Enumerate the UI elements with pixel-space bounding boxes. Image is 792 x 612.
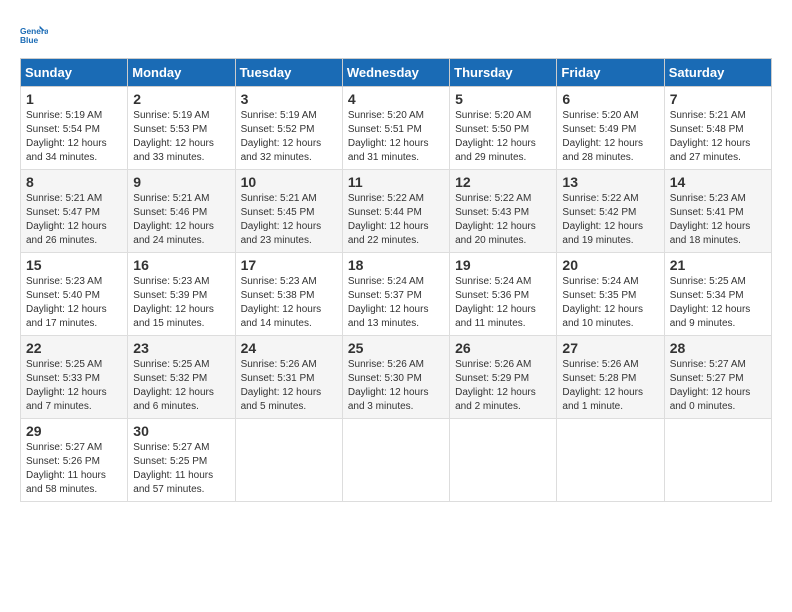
- table-row: [235, 419, 342, 502]
- column-header-wednesday: Wednesday: [342, 59, 449, 87]
- table-row: 23Sunrise: 5:25 AMSunset: 5:32 PMDayligh…: [128, 336, 235, 419]
- table-row: 12Sunrise: 5:22 AMSunset: 5:43 PMDayligh…: [450, 170, 557, 253]
- column-header-tuesday: Tuesday: [235, 59, 342, 87]
- column-header-monday: Monday: [128, 59, 235, 87]
- calendar-week-4: 22Sunrise: 5:25 AMSunset: 5:33 PMDayligh…: [21, 336, 772, 419]
- svg-text:Blue: Blue: [20, 35, 38, 45]
- table-row: 22Sunrise: 5:25 AMSunset: 5:33 PMDayligh…: [21, 336, 128, 419]
- table-row: 29Sunrise: 5:27 AMSunset: 5:26 PMDayligh…: [21, 419, 128, 502]
- table-row: 13Sunrise: 5:22 AMSunset: 5:42 PMDayligh…: [557, 170, 664, 253]
- table-row: 25Sunrise: 5:26 AMSunset: 5:30 PMDayligh…: [342, 336, 449, 419]
- table-row: [557, 419, 664, 502]
- calendar-header-row: SundayMondayTuesdayWednesdayThursdayFrid…: [21, 59, 772, 87]
- table-row: 28Sunrise: 5:27 AMSunset: 5:27 PMDayligh…: [664, 336, 771, 419]
- table-row: 20Sunrise: 5:24 AMSunset: 5:35 PMDayligh…: [557, 253, 664, 336]
- calendar-week-5: 29Sunrise: 5:27 AMSunset: 5:26 PMDayligh…: [21, 419, 772, 502]
- table-row: 4Sunrise: 5:20 AMSunset: 5:51 PMDaylight…: [342, 87, 449, 170]
- table-row: 5Sunrise: 5:20 AMSunset: 5:50 PMDaylight…: [450, 87, 557, 170]
- column-header-sunday: Sunday: [21, 59, 128, 87]
- calendar-table: SundayMondayTuesdayWednesdayThursdayFrid…: [20, 58, 772, 502]
- table-row: 9Sunrise: 5:21 AMSunset: 5:46 PMDaylight…: [128, 170, 235, 253]
- calendar-week-3: 15Sunrise: 5:23 AMSunset: 5:40 PMDayligh…: [21, 253, 772, 336]
- table-row: 2Sunrise: 5:19 AMSunset: 5:53 PMDaylight…: [128, 87, 235, 170]
- logo-icon: General Blue: [20, 20, 48, 48]
- table-row: [342, 419, 449, 502]
- table-row: 18Sunrise: 5:24 AMSunset: 5:37 PMDayligh…: [342, 253, 449, 336]
- table-row: 1Sunrise: 5:19 AMSunset: 5:54 PMDaylight…: [21, 87, 128, 170]
- table-row: [664, 419, 771, 502]
- table-row: 6Sunrise: 5:20 AMSunset: 5:49 PMDaylight…: [557, 87, 664, 170]
- table-row: 17Sunrise: 5:23 AMSunset: 5:38 PMDayligh…: [235, 253, 342, 336]
- logo: General Blue: [20, 20, 52, 48]
- table-row: 21Sunrise: 5:25 AMSunset: 5:34 PMDayligh…: [664, 253, 771, 336]
- column-header-saturday: Saturday: [664, 59, 771, 87]
- table-row: 8Sunrise: 5:21 AMSunset: 5:47 PMDaylight…: [21, 170, 128, 253]
- table-row: 11Sunrise: 5:22 AMSunset: 5:44 PMDayligh…: [342, 170, 449, 253]
- table-row: 3Sunrise: 5:19 AMSunset: 5:52 PMDaylight…: [235, 87, 342, 170]
- table-row: 14Sunrise: 5:23 AMSunset: 5:41 PMDayligh…: [664, 170, 771, 253]
- table-row: 10Sunrise: 5:21 AMSunset: 5:45 PMDayligh…: [235, 170, 342, 253]
- table-row: 24Sunrise: 5:26 AMSunset: 5:31 PMDayligh…: [235, 336, 342, 419]
- table-row: [450, 419, 557, 502]
- table-row: 30Sunrise: 5:27 AMSunset: 5:25 PMDayligh…: [128, 419, 235, 502]
- table-row: 27Sunrise: 5:26 AMSunset: 5:28 PMDayligh…: [557, 336, 664, 419]
- column-header-friday: Friday: [557, 59, 664, 87]
- calendar-week-2: 8Sunrise: 5:21 AMSunset: 5:47 PMDaylight…: [21, 170, 772, 253]
- table-row: 26Sunrise: 5:26 AMSunset: 5:29 PMDayligh…: [450, 336, 557, 419]
- column-header-thursday: Thursday: [450, 59, 557, 87]
- table-row: 16Sunrise: 5:23 AMSunset: 5:39 PMDayligh…: [128, 253, 235, 336]
- page-header: General Blue: [20, 20, 772, 48]
- table-row: 19Sunrise: 5:24 AMSunset: 5:36 PMDayligh…: [450, 253, 557, 336]
- table-row: 7Sunrise: 5:21 AMSunset: 5:48 PMDaylight…: [664, 87, 771, 170]
- calendar-week-1: 1Sunrise: 5:19 AMSunset: 5:54 PMDaylight…: [21, 87, 772, 170]
- table-row: 15Sunrise: 5:23 AMSunset: 5:40 PMDayligh…: [21, 253, 128, 336]
